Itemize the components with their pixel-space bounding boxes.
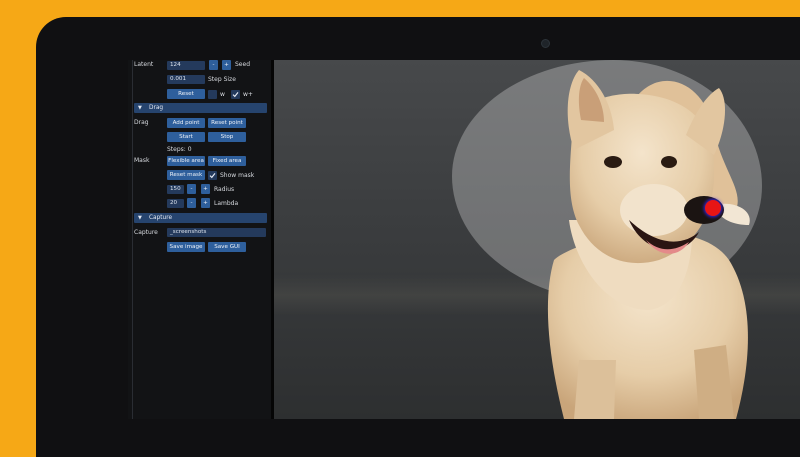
panel-divider: [132, 60, 133, 419]
fixed-area-button[interactable]: Fixed area: [208, 156, 246, 166]
lambda-increment-button[interactable]: +: [201, 198, 210, 208]
capture-section-title: Capture: [149, 215, 173, 221]
latent-seed-input[interactable]: 124: [167, 61, 205, 70]
lambda-input[interactable]: 20: [167, 199, 184, 208]
drag-label: Drag: [134, 119, 149, 126]
radius-decrement-button[interactable]: -: [187, 184, 196, 194]
webcam: [541, 39, 550, 48]
checkmark-icon: [209, 173, 216, 179]
show-mask-checkbox[interactable]: [208, 171, 217, 180]
drag-section-header[interactable]: ▼ Drag: [134, 103, 267, 113]
save-image-button[interactable]: Save image: [167, 242, 205, 252]
radius-input[interactable]: 150: [167, 185, 184, 194]
mask-label: Mask: [134, 157, 150, 164]
show-mask-label: Show mask: [220, 172, 255, 179]
capture-section-header[interactable]: ▼ Capture: [134, 213, 267, 223]
seed-label: Seed: [235, 61, 250, 68]
lambda-decrement-button[interactable]: -: [187, 198, 196, 208]
dog-image: [547, 70, 750, 419]
seed-decrement-button[interactable]: -: [209, 60, 218, 70]
triangle-down-icon: ▼: [138, 105, 142, 111]
w-checkbox[interactable]: [208, 90, 217, 99]
start-button[interactable]: Start: [167, 132, 205, 142]
gui-control-panel: Latent 124 - + Seed 0.001 Step Size Rese…: [128, 60, 271, 419]
add-point-button[interactable]: Add point: [167, 118, 205, 128]
seed-increment-button[interactable]: +: [222, 60, 231, 70]
lambda-label: Lambda: [214, 200, 239, 207]
capture-label: Capture: [134, 229, 158, 236]
w-label: w: [220, 91, 225, 98]
save-gui-button[interactable]: Save GUI: [208, 242, 246, 252]
wplus-label: w+: [243, 91, 253, 98]
steps-counter: Steps: 0: [167, 146, 192, 153]
capture-path-input[interactable]: _screenshots: [167, 228, 266, 237]
stop-button[interactable]: Stop: [208, 132, 246, 142]
radius-increment-button[interactable]: +: [201, 184, 210, 194]
reset-latent-button[interactable]: Reset: [167, 89, 205, 99]
handle-point-marker[interactable]: [705, 200, 721, 216]
drag-section-title: Drag: [149, 105, 164, 111]
wplus-checkbox[interactable]: [231, 90, 240, 99]
latent-label: Latent: [134, 61, 154, 68]
step-size-input[interactable]: 0.001: [167, 75, 205, 84]
checkmark-icon: [232, 92, 239, 98]
flexible-area-button[interactable]: Flexible area: [167, 156, 205, 166]
image-viewport[interactable]: [274, 60, 800, 419]
step-size-label: Step Size: [208, 76, 236, 83]
app-screen: Latent 124 - + Seed 0.001 Step Size Rese…: [128, 60, 800, 419]
radius-label: Radius: [214, 186, 235, 193]
reset-point-button[interactable]: Reset point: [208, 118, 246, 128]
reset-mask-button[interactable]: Reset mask: [167, 170, 205, 180]
triangle-down-icon: ▼: [138, 215, 142, 221]
